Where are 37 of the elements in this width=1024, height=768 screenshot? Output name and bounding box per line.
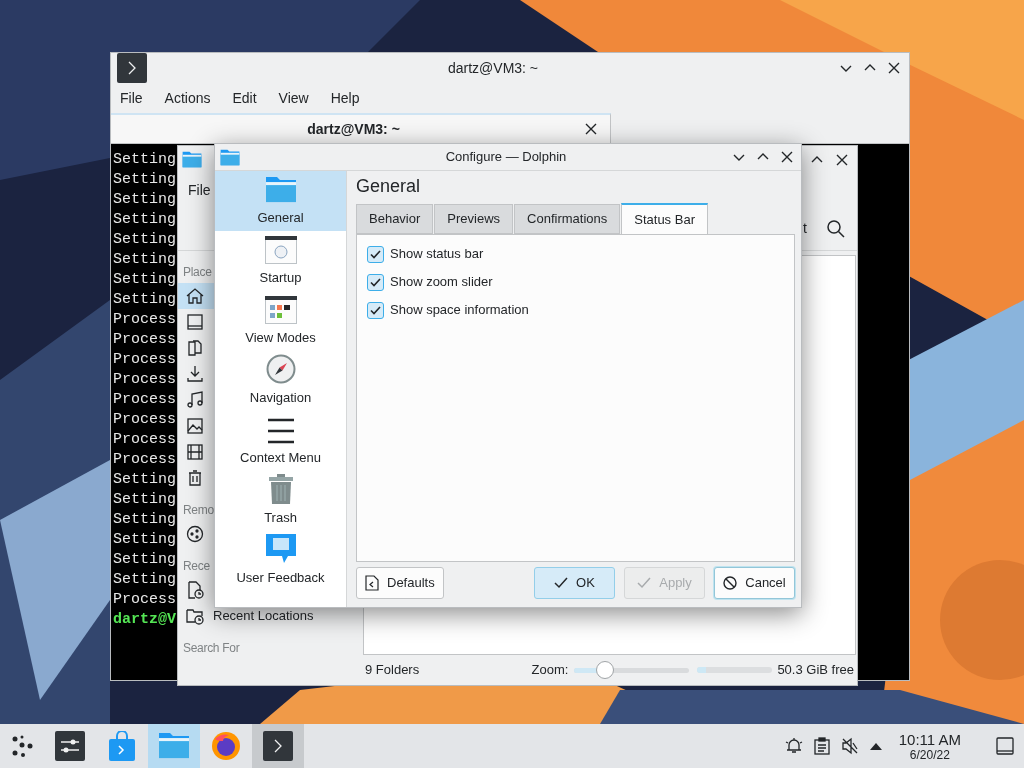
terminal-line: dartz@V [113,610,176,630]
terminal-line: Process [113,390,176,410]
terminal-line: Process [113,450,176,470]
terminal-line: Process [113,430,176,450]
terminal-line: Setting [113,290,176,310]
terminal-line: Process [113,310,176,330]
zoom-label: Zoom: [531,661,569,680]
checkbox-label: Show space information [390,301,529,320]
terminal-line: Setting [113,210,176,230]
terminal-line: Setting [113,190,176,210]
places-heading: Remo [182,502,215,519]
window-title: dartz@VM3: ~ [446,58,540,78]
terminal-line: Setting [113,150,176,170]
terminal-line: Setting [113,510,176,530]
terminal-line: Setting [113,550,176,570]
places-heading: Rece [182,558,211,575]
places-heading: Place [182,264,213,281]
terminal-line: Process [113,410,176,430]
dialog-title: Configure — Dolphin [444,148,568,167]
terminal-line: Setting [113,230,176,250]
checkbox-label: Show zoom slider [390,273,493,292]
free-space: 50.3 GiB free [777,661,854,680]
terminal-line: Process [113,590,176,610]
terminal-line: Setting [113,250,176,270]
terminal-line: Setting [113,170,176,190]
terminal-line: Process [113,350,176,370]
terminal-line: Process [113,330,176,350]
checkbox-label: Show status bar [390,245,484,264]
terminal-line: Setting [113,530,176,550]
page-heading: General [356,175,421,198]
places-heading: Search For [182,640,241,657]
terminal-line: Setting [113,570,176,590]
terminal-line: Setting [113,270,176,290]
folder-count: 9 Folders [365,661,420,680]
terminal-line: Process [113,370,176,390]
terminal-line: Setting [113,470,176,490]
terminal-line: Setting [113,490,176,510]
